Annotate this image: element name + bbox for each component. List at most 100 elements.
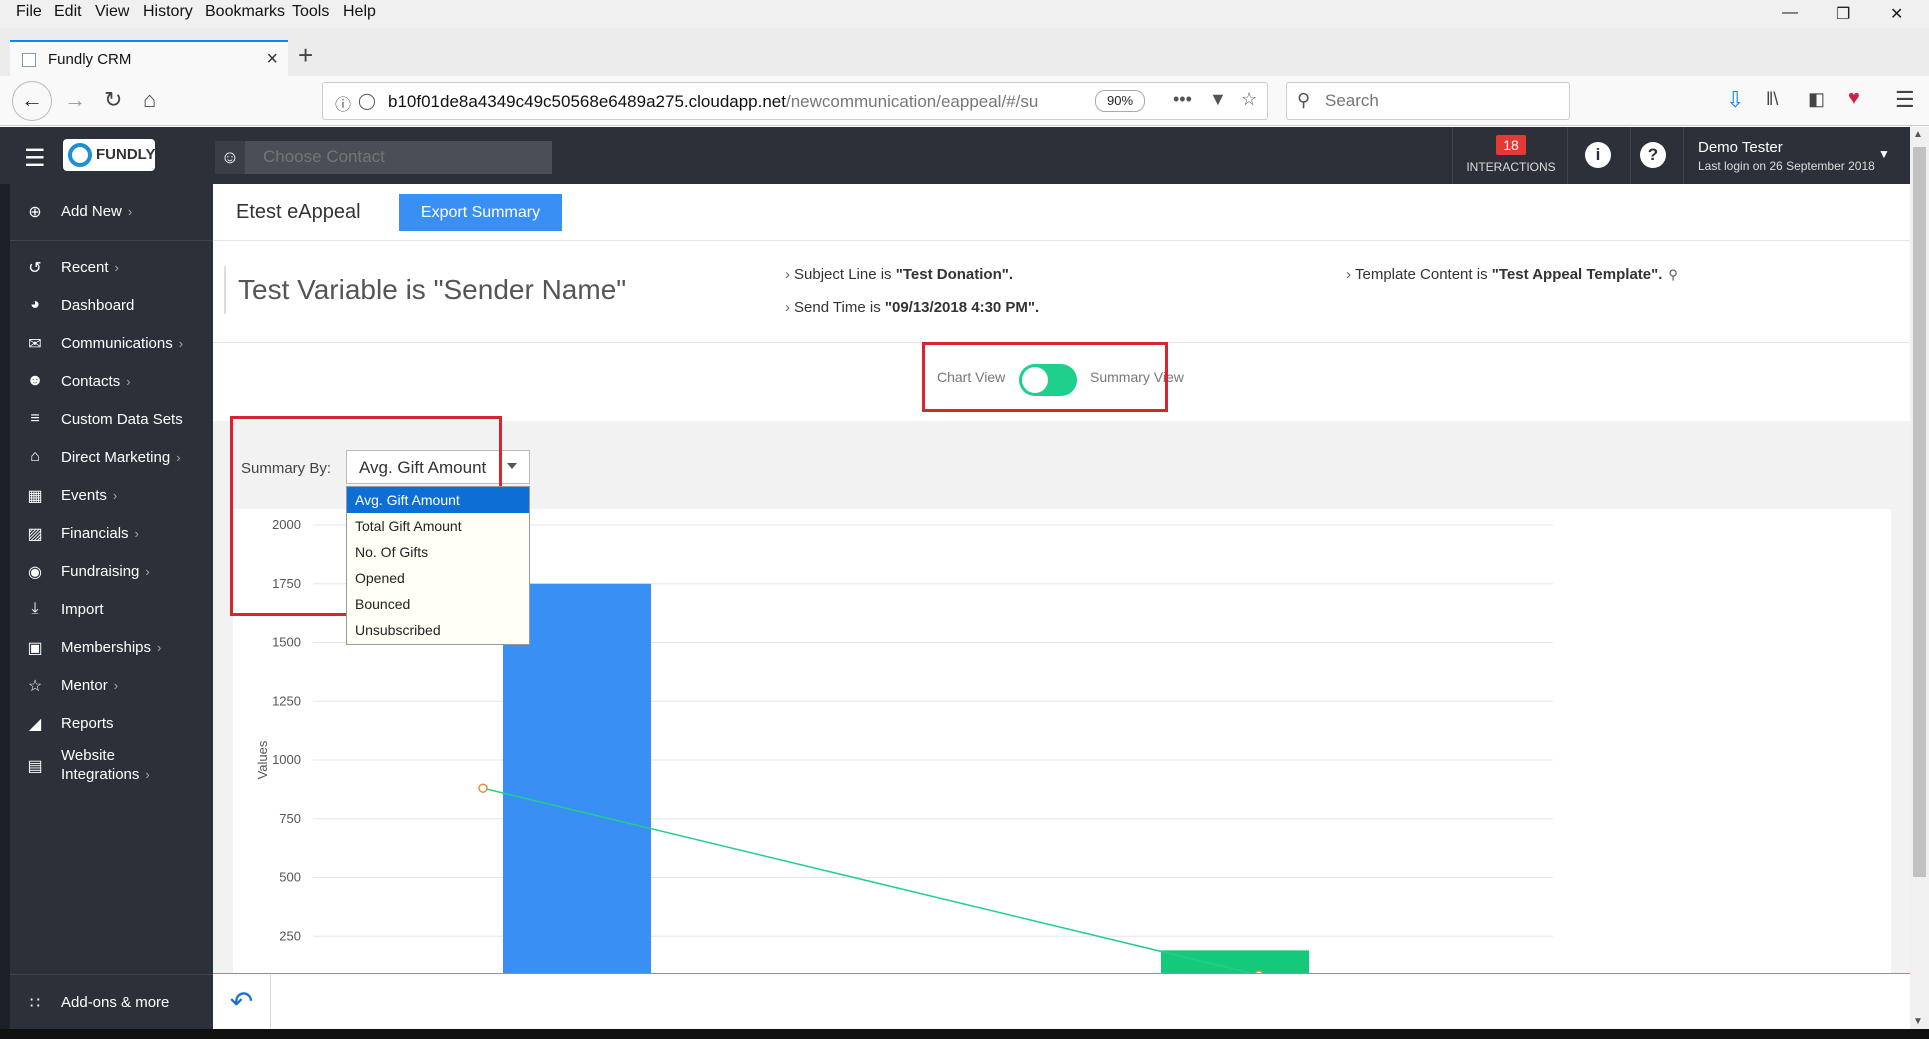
app-header: ☰ FUNDLY ☺ 18 INTERACTIONS i ? Demo Test… <box>0 127 1910 184</box>
menu-history[interactable]: History <box>143 3 193 21</box>
page-scrollbar[interactable]: ▲ ▼ <box>1910 127 1929 1029</box>
forward-arrow-icon[interactable]: → <box>64 87 86 113</box>
back-arrow-icon[interactable]: ← <box>12 81 52 121</box>
search-input[interactable] <box>1325 91 1555 111</box>
id-card-icon: ▣ <box>27 640 43 657</box>
scroll-up-icon[interactable]: ▲ <box>1913 129 1923 140</box>
interactions-button[interactable]: 18 INTERACTIONS <box>1452 127 1568 184</box>
pocket-icon[interactable]: ▼ <box>1209 89 1227 110</box>
search-icon: ⚲ <box>1297 90 1311 110</box>
more-icon[interactable]: ••• <box>1173 89 1192 110</box>
page-icon <box>22 53 36 67</box>
browser-menubar: File Edit View History Bookmarks Tools H… <box>0 0 1929 28</box>
divider <box>1683 127 1684 184</box>
database-icon: ≡ <box>30 410 40 427</box>
info-circle-icon[interactable]: i <box>1585 142 1611 168</box>
interactions-badge: 18 <box>1496 135 1526 155</box>
menu-file[interactable]: File <box>16 3 42 21</box>
reload-icon[interactable]: ↻ <box>104 87 122 113</box>
restore-icon[interactable]: ❐ <box>1836 4 1850 24</box>
pocket-heart-icon[interactable]: ♥ <box>1848 87 1860 110</box>
download-icon[interactable]: ⇩ <box>1726 87 1744 113</box>
user-name[interactable]: Demo Tester <box>1698 139 1783 156</box>
interactions-label: INTERACTIONS <box>1466 160 1556 174</box>
dashboard-icon: ◕ <box>30 296 40 313</box>
sidebar-item-dashboard[interactable]: ◕ Dashboard <box>10 287 213 327</box>
option-bounced[interactable]: Bounced <box>347 591 529 617</box>
bar <box>503 583 651 995</box>
shield-icon[interactable]: ◯ <box>358 91 376 111</box>
y-tick-label: 250 <box>279 928 301 943</box>
choose-contact-field[interactable]: ☺ <box>215 141 552 174</box>
library-icon[interactable]: ‖\ <box>1766 89 1778 110</box>
user-icon: ☻ <box>26 372 44 389</box>
bookmark-star-icon[interactable]: ☆ <box>1241 89 1257 110</box>
people-icon: ☆ <box>27 678 43 695</box>
sidebar-item-direct-marketing[interactable]: ⌂ Direct Marketing › <box>10 439 213 479</box>
option-unsubscribed[interactable]: Unsubscribed <box>347 617 529 643</box>
home-icon: ⌂ <box>30 448 40 465</box>
menu-view[interactable]: View <box>95 3 129 21</box>
person-icon: ☺ <box>215 141 245 174</box>
sidebar-item-communications[interactable]: ✉ Communications › <box>10 325 213 365</box>
scroll-down-icon[interactable]: ▼ <box>1913 1016 1923 1027</box>
sidebar-item-reports[interactable]: ◢ Reports <box>10 705 213 745</box>
sidebar-item-events[interactable]: ▦ Events › <box>10 477 213 517</box>
sidebar-item-financials[interactable]: ▨ Financials › <box>10 515 213 555</box>
sidebar-item-website-integrations[interactable]: ▤ Website Integrations › <box>10 744 213 792</box>
option-no-of-gifts[interactable]: No. Of Gifts <box>347 539 529 565</box>
info-icon[interactable]: ⓘ <box>335 91 351 115</box>
menu-edit[interactable]: Edit <box>54 3 82 21</box>
y-tick-label: 750 <box>279 811 301 826</box>
zoom-indicator[interactable]: 90% <box>1095 90 1145 112</box>
fundly-logo[interactable]: FUNDLY <box>63 139 155 171</box>
highlight-box <box>922 342 1168 412</box>
send-time-info: › Send Time is "09/13/2018 4:30 PM". <box>785 299 1040 316</box>
option-total-gift-amount[interactable]: Total Gift Amount <box>347 513 529 539</box>
magnifier-icon[interactable]: ⚲ <box>1668 267 1678 282</box>
contact-input[interactable] <box>263 147 533 167</box>
sidebar-item-memberships[interactable]: ▣ Memberships › <box>10 629 213 669</box>
user-dropdown-icon[interactable]: ▼ <box>1878 147 1890 161</box>
y-tick-label: 1250 <box>272 693 301 708</box>
sidebar-item-contacts[interactable]: ☻ Contacts › <box>10 363 213 403</box>
sidebar-item-import[interactable]: ⤓ Import <box>10 591 213 631</box>
export-summary-button[interactable]: Export Summary <box>399 194 562 231</box>
summary-dropdown: Avg. Gift Amount Total Gift Amount No. O… <box>346 486 530 645</box>
sidebar-toggle-icon[interactable]: ◧ <box>1808 89 1825 110</box>
search-box[interactable]: ⚲ <box>1286 82 1570 120</box>
tab-title: Fundly CRM <box>48 51 132 68</box>
url-bar[interactable]: ⓘ ◯ b10f01de8a4349c49c50568e6489a275.clo… <box>322 82 1268 120</box>
sidebar-item-add-new[interactable]: ⊕ Add New › <box>10 193 213 233</box>
sidebar-item-recent[interactable]: ↺ Recent › <box>10 249 213 289</box>
bottom-bar <box>213 974 1910 1029</box>
menu-bookmarks[interactable]: Bookmarks <box>205 3 285 21</box>
menu-help[interactable]: Help <box>343 3 376 21</box>
template-content-info: › Template Content is "Test Appeal Templa… <box>1346 266 1678 283</box>
menu-tools[interactable]: Tools <box>292 3 329 21</box>
new-tab-icon[interactable]: + <box>298 40 313 71</box>
download-icon: ⤓ <box>31 600 39 617</box>
option-opened[interactable]: Opened <box>347 565 529 591</box>
app-menu-icon[interactable]: ☰ <box>24 144 46 173</box>
url-text[interactable]: b10f01de8a4349c49c50568e6489a275.cloudap… <box>388 92 1038 112</box>
browser-tab[interactable]: Fundly CRM × <box>10 40 288 76</box>
option-avg-gift-amount[interactable]: Avg. Gift Amount <box>347 487 529 513</box>
last-login: Last login on 26 September 2018 <box>1698 159 1875 173</box>
help-icon[interactable]: ? <box>1640 142 1666 168</box>
sidebar-item-custom-data-sets[interactable]: ≡ Custom Data Sets <box>10 401 213 441</box>
home-icon[interactable]: ⌂ <box>143 87 156 113</box>
variable-title: Test Variable is "Sender Name" <box>224 266 626 314</box>
scroll-thumb[interactable] <box>1913 147 1926 877</box>
y-tick-label: 500 <box>279 870 301 885</box>
tab-strip <box>0 28 1929 76</box>
minimize-icon[interactable]: — <box>1782 4 1798 22</box>
sidebar-item-addons[interactable]: ∷ Add-ons & more <box>10 984 213 1024</box>
divider <box>1630 127 1631 184</box>
close-window-icon[interactable]: ✕ <box>1890 4 1903 24</box>
hamburger-menu-icon[interactable]: ☰ <box>1895 87 1915 113</box>
back-return-icon[interactable]: ↶ <box>213 974 271 1029</box>
close-tab-icon[interactable]: × <box>266 48 278 71</box>
sidebar-item-mentor[interactable]: ☆ Mentor › <box>10 667 213 707</box>
sidebar-item-fundraising[interactable]: ◉ Fundraising › <box>10 553 213 593</box>
